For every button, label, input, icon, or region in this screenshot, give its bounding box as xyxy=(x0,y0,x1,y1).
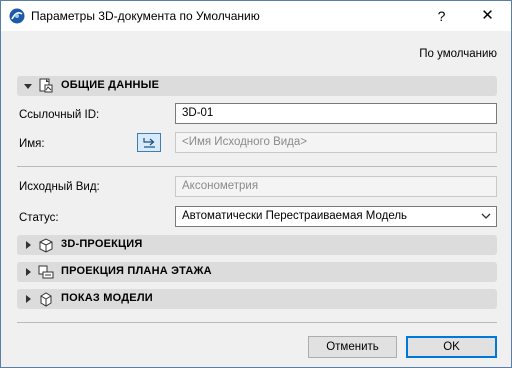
close-button[interactable]: ✕ xyxy=(465,1,510,31)
link-to-source-name-button[interactable] xyxy=(137,133,161,152)
chevron-down-icon xyxy=(481,213,491,219)
section-general-header[interactable]: ОБЩИЕ ДАННЫЕ xyxy=(17,76,497,96)
dialog-window: Параметры 3D-документа по Умолчанию ? ✕ … xyxy=(0,0,512,368)
name-input[interactable]: <Имя Исходного Вида> xyxy=(175,132,497,153)
window-title: Параметры 3D-документа по Умолчанию xyxy=(31,9,260,23)
section-model-display-header[interactable]: ПОКАЗ МОДЕЛИ xyxy=(17,289,497,309)
section-divider xyxy=(17,166,497,167)
collapsed-arrow-icon xyxy=(26,295,31,303)
section-model-display-title: ПОКАЗ МОДЕЛИ xyxy=(61,292,153,304)
name-label: Имя: xyxy=(19,138,45,150)
section-floor-plan-projection-header[interactable]: ПРОЕКЦИЯ ПЛАНА ЭТАЖА xyxy=(17,262,497,282)
model-display-icon xyxy=(40,292,52,307)
expanded-arrow-icon xyxy=(24,84,32,89)
source-view-field: Аксонометрия xyxy=(175,176,497,197)
document-settings-icon xyxy=(39,78,53,93)
cancel-button[interactable]: Отменить xyxy=(308,336,397,358)
ref-id-input[interactable]: 3D-01 xyxy=(175,103,497,124)
ok-button[interactable]: OK xyxy=(406,336,497,358)
section-3d-projection-title: 3D-ПРОЕКЦИЯ xyxy=(61,238,143,250)
ref-id-label: Ссылочный ID: xyxy=(19,109,100,121)
collapsed-arrow-icon xyxy=(26,268,31,276)
section-floor-plan-projection-title: ПРОЕКЦИЯ ПЛАНА ЭТАЖА xyxy=(61,265,212,277)
3d-projection-icon xyxy=(39,238,53,253)
link-arrow-icon xyxy=(143,138,155,148)
section-3d-projection-header[interactable]: 3D-ПРОЕКЦИЯ xyxy=(17,235,497,255)
help-button[interactable]: ? xyxy=(419,1,464,31)
floor-plan-projection-icon xyxy=(38,265,54,279)
archicad-app-icon xyxy=(9,8,25,24)
dialog-body: По умолчанию ОБЩИЕ ДАННЫЕ Ссылочный ID: … xyxy=(1,31,511,367)
status-label: Статус: xyxy=(19,212,59,224)
section-general-title: ОБЩИЕ ДАННЫЕ xyxy=(61,79,160,91)
defaults-label: По умолчанию xyxy=(419,48,497,60)
footer-divider xyxy=(17,322,497,323)
status-select[interactable]: Автоматически Перестраиваемая Модель xyxy=(175,206,497,227)
collapsed-arrow-icon xyxy=(26,241,31,249)
source-view-label: Исходный Вид: xyxy=(19,181,100,193)
status-select-value: Автоматически Перестраиваемая Модель xyxy=(182,210,408,222)
title-bar[interactable]: Параметры 3D-документа по Умолчанию ? ✕ xyxy=(1,1,511,31)
